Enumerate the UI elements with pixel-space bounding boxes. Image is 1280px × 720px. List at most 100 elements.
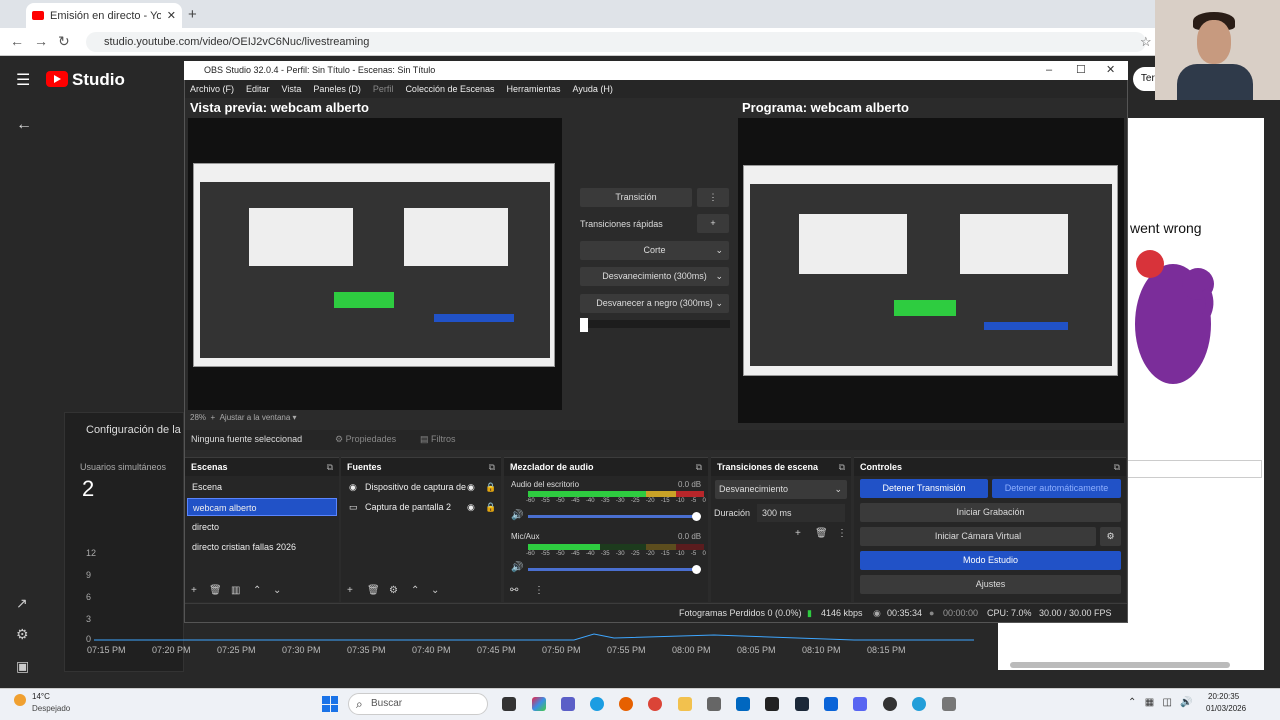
settings-gear-icon[interactable]: ⚙ bbox=[16, 626, 29, 643]
menu-editar[interactable]: Editar bbox=[246, 80, 270, 98]
start-recording-button[interactable]: Iniciar Grabación bbox=[860, 503, 1121, 522]
popout-icon[interactable]: ⧉ bbox=[839, 458, 845, 476]
move-down-icon[interactable]: ⌄ bbox=[273, 585, 281, 596]
properties-button[interactable]: ⚙ Propiedades bbox=[335, 434, 396, 445]
chrome-icon[interactable] bbox=[648, 697, 662, 711]
close-tab-icon[interactable]: ✕ bbox=[167, 9, 176, 22]
speaker-icon[interactable]: 🔊 bbox=[511, 510, 523, 521]
chat-input[interactable] bbox=[1120, 460, 1262, 478]
trash-icon[interactable]: 🗑 bbox=[815, 528, 828, 539]
add-icon[interactable]: + bbox=[795, 528, 801, 539]
windows-start-icon[interactable] bbox=[322, 696, 338, 712]
firefox-icon[interactable] bbox=[619, 697, 633, 711]
virtual-camera-gear-icon[interactable]: ⚙ bbox=[1100, 527, 1121, 546]
zoom-level[interactable]: 28% + Ajustar a la ventana ▾ bbox=[190, 413, 297, 422]
add-icon[interactable]: + bbox=[347, 585, 353, 596]
taskbar-search[interactable]: Buscar bbox=[348, 693, 488, 715]
trash-icon[interactable]: 🗑 bbox=[367, 585, 380, 596]
visibility-eye-icon[interactable]: ◉ bbox=[467, 478, 475, 496]
scene-item-selected[interactable]: webcam alberto bbox=[187, 498, 337, 516]
menu-perfil[interactable]: Perfil bbox=[373, 80, 394, 98]
edge-icon[interactable] bbox=[590, 697, 604, 711]
lock-icon[interactable]: 🔒 bbox=[485, 478, 496, 496]
app-icon[interactable] bbox=[707, 697, 721, 711]
youtube-logo-icon[interactable] bbox=[46, 71, 68, 87]
transition-select[interactable]: Desvanecimiento ⌄ bbox=[715, 480, 847, 499]
add-quick-transition-icon[interactable]: + bbox=[697, 214, 729, 233]
volume-slider[interactable] bbox=[528, 512, 701, 521]
scene-item[interactable]: Escena bbox=[187, 478, 337, 496]
scene-item[interactable]: directo cristian fallas 2026 bbox=[187, 538, 337, 556]
menu-herramientas[interactable]: Herramientas bbox=[507, 80, 561, 98]
trash-icon[interactable]: 🗑 bbox=[209, 585, 222, 596]
duration-stepper[interactable]: 300 ms bbox=[757, 504, 845, 522]
menu-archivo[interactable]: Archivo (F) bbox=[190, 80, 234, 98]
new-tab-icon[interactable]: + bbox=[188, 6, 197, 23]
browser-tab[interactable]: Emisión en directo - YouTube S ✕ bbox=[26, 3, 182, 28]
external-link-icon[interactable]: ↗ bbox=[16, 595, 28, 612]
move-up-icon[interactable]: ⌃ bbox=[253, 585, 261, 596]
weather-sun-icon[interactable] bbox=[14, 694, 26, 706]
volume-slider[interactable] bbox=[528, 565, 701, 574]
source-item[interactable]: ▭ Captura de pantalla 2 ◉ 🔒 bbox=[343, 498, 499, 516]
more-options-icon[interactable]: ⋮ bbox=[837, 528, 847, 539]
move-up-icon[interactable]: ⌃ bbox=[411, 585, 419, 596]
filters-button[interactable]: ▤ Filtros bbox=[420, 434, 456, 445]
source-item[interactable]: ◉ Dispositivo de captura de ◉ 🔒 bbox=[343, 478, 499, 496]
popout-icon[interactable]: ⧉ bbox=[696, 458, 702, 476]
transition-menu-icon[interactable]: ⋮ bbox=[697, 188, 729, 207]
discord-icon[interactable] bbox=[853, 697, 867, 711]
menu-vista[interactable]: Vista bbox=[282, 80, 302, 98]
lock-icon[interactable]: 🔒 bbox=[485, 498, 496, 516]
t-bar-slider[interactable] bbox=[580, 318, 730, 332]
visibility-eye-icon[interactable]: ◉ bbox=[467, 498, 475, 516]
filter-icon[interactable]: ▥ bbox=[231, 585, 240, 596]
bookmark-star-icon[interactable]: ☆ bbox=[1140, 34, 1152, 50]
quick-transition-fade[interactable]: Desvanecimiento (300ms) ⌄ bbox=[580, 267, 729, 286]
outlook-icon[interactable] bbox=[824, 697, 838, 711]
quick-transition-cut[interactable]: Corte ⌄ bbox=[580, 241, 729, 260]
settings-gear-icon[interactable] bbox=[942, 697, 956, 711]
gear-icon[interactable]: ⚙ bbox=[389, 585, 398, 596]
menu-ayuda[interactable]: Ayuda (H) bbox=[573, 80, 613, 98]
url-field[interactable]: studio.youtube.com/video/OEIJ2vC6Nuc/liv… bbox=[86, 32, 1146, 52]
task-view-icon[interactable] bbox=[502, 697, 516, 711]
menu-coleccion[interactable]: Colección de Escenas bbox=[405, 80, 494, 98]
forward-arrow-icon[interactable]: → bbox=[34, 33, 48, 49]
store-icon[interactable] bbox=[736, 697, 750, 711]
telegram-icon[interactable] bbox=[912, 697, 926, 711]
back-arrow-icon[interactable]: ← bbox=[10, 33, 24, 49]
reload-icon[interactable]: ↻ bbox=[58, 33, 70, 50]
hamburger-menu-icon[interactable]: ☰ bbox=[16, 70, 30, 90]
steam-icon[interactable] bbox=[795, 697, 809, 711]
close-window-icon[interactable]: ✕ bbox=[1106, 61, 1115, 80]
scene-item[interactable]: directo bbox=[187, 518, 337, 536]
stop-auto-button[interactable]: Detener automáticamente bbox=[992, 479, 1121, 498]
minimize-icon[interactable]: – bbox=[1046, 61, 1052, 80]
speaker-icon[interactable]: 🔊 bbox=[511, 562, 523, 573]
popout-icon[interactable]: ⧉ bbox=[1114, 458, 1120, 476]
more-options-icon[interactable]: ⋮ bbox=[534, 585, 544, 596]
link-icon[interactable]: ⚯ bbox=[510, 585, 518, 596]
add-icon[interactable]: + bbox=[191, 585, 197, 596]
stop-stream-button[interactable]: Detener Transmisión bbox=[860, 479, 988, 498]
feedback-icon[interactable]: ▣ bbox=[16, 658, 29, 675]
system-tray-icons[interactable]: ⌃ ▦ ◫ 🔊 bbox=[1128, 697, 1193, 708]
studio-mode-button[interactable]: Modo Estudio bbox=[860, 551, 1121, 570]
virtual-camera-button[interactable]: Iniciar Cámara Virtual bbox=[860, 527, 1096, 546]
settings-button[interactable]: Ajustes bbox=[860, 575, 1121, 594]
app-icon[interactable] bbox=[765, 697, 779, 711]
menu-paneles[interactable]: Paneles (D) bbox=[313, 80, 361, 98]
teams-icon[interactable] bbox=[561, 697, 575, 711]
file-explorer-icon[interactable] bbox=[678, 697, 692, 711]
back-arrow-icon[interactable]: ← bbox=[16, 116, 32, 134]
copilot-icon[interactable] bbox=[532, 697, 546, 711]
horizontal-scrollbar[interactable] bbox=[1010, 662, 1230, 668]
quick-transition-fade-black[interactable]: Desvanecer a negro (300ms) ⌄ bbox=[580, 294, 729, 313]
obs-icon[interactable] bbox=[883, 697, 897, 711]
transition-button[interactable]: Transición bbox=[580, 188, 692, 207]
popout-icon[interactable]: ⧉ bbox=[327, 458, 333, 476]
popout-icon[interactable]: ⧉ bbox=[489, 458, 495, 476]
maximize-icon[interactable]: ☐ bbox=[1076, 61, 1086, 80]
move-down-icon[interactable]: ⌄ bbox=[431, 585, 439, 596]
